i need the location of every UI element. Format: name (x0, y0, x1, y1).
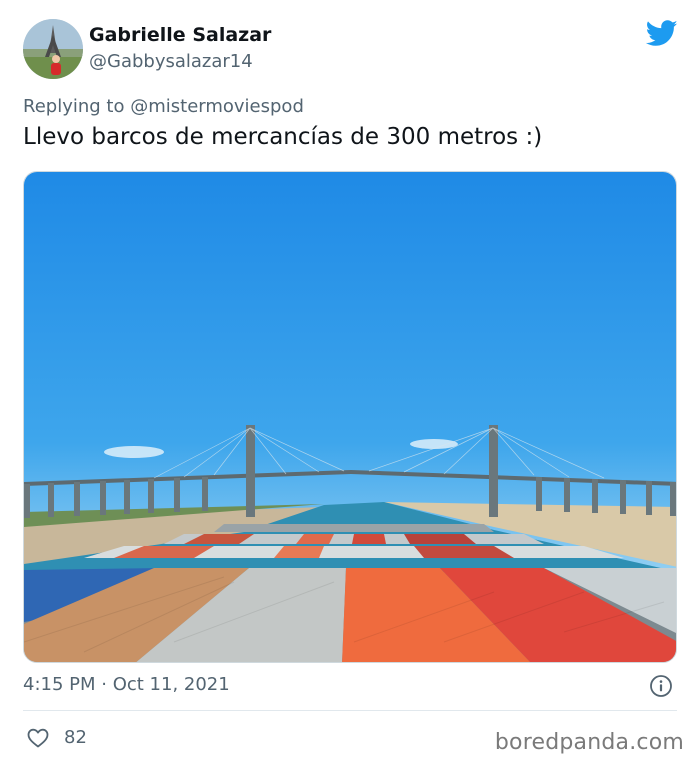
info-icon[interactable] (649, 674, 673, 698)
heart-icon[interactable] (26, 726, 50, 750)
divider (23, 710, 677, 711)
tweet-timestamp[interactable]: 4:15 PM · Oct 11, 2021 (23, 674, 230, 695)
replying-to: Replying to @mistermoviespod (23, 96, 304, 117)
twitter-bird-icon[interactable] (646, 20, 678, 47)
reply-mention-link[interactable]: @mistermoviespod (130, 96, 304, 117)
source-watermark: boredpanda.com (494, 730, 684, 755)
display-name[interactable]: Gabrielle Salazar (89, 24, 271, 46)
tweet-card: Gabrielle Salazar @Gabbysalazar14 Replyi… (0, 0, 700, 764)
avatar[interactable] (23, 19, 83, 79)
tweet-photo[interactable] (23, 171, 677, 663)
tweet-text: Llevo barcos de mercancías de 300 metros… (23, 124, 543, 150)
like-count: 82 (64, 727, 87, 748)
user-handle[interactable]: @Gabbysalazar14 (89, 51, 253, 72)
replying-prefix: Replying to (23, 96, 125, 117)
